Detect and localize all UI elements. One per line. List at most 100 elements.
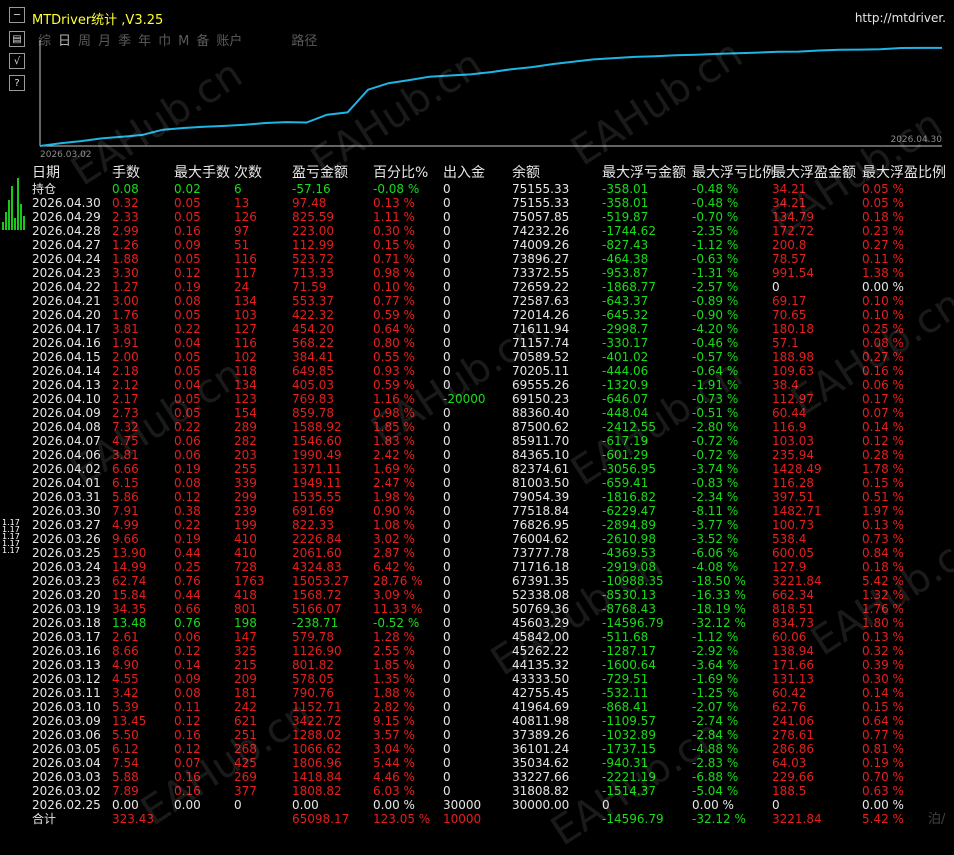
table-cell: 69555.26 <box>512 378 570 392</box>
help-icon[interactable]: ? <box>9 75 25 91</box>
table-row[interactable]: 2026.03.02 7.89 0.16 377 1808.82 6.03 % 0 31808… <box>28 784 954 798</box>
table-cell: 0.13 % <box>373 196 415 210</box>
column-header[interactable]: 次数 <box>234 164 262 182</box>
table-row[interactable]: 2026.03.04 7.54 0.07 425 1806.96 5.44 % 0 35034… <box>28 756 954 770</box>
table-cell: -0.57 % <box>692 350 739 364</box>
column-header[interactable]: 最大浮亏金额 <box>602 164 686 182</box>
table-cell: 0.38 <box>174 504 201 518</box>
table-row[interactable]: 2026.03.09 13.45 0.12 621 3422.72 9.15 % 0 4081… <box>28 714 954 728</box>
table-cell: 0 <box>443 294 451 308</box>
table-cell: 801.82 <box>292 658 334 672</box>
column-header[interactable]: 最大手数 <box>174 164 230 182</box>
minimize-icon[interactable]: ─ <box>9 7 25 23</box>
table-cell: -0.08 % <box>373 182 420 196</box>
table-cell: 0.05 % <box>862 196 904 210</box>
table-row[interactable]: 2026.04.09 2.73 0.05 154 859.78 0.98 % 0 88360.… <box>28 406 954 420</box>
table-row[interactable]: 2026.03.13 4.90 0.14 215 801.82 1.85 % 0 44135.… <box>28 658 954 672</box>
table-row[interactable]: 2026.04.14 2.18 0.05 118 649.85 0.93 % 0 70205.… <box>28 364 954 378</box>
table-row[interactable]: 2026.04.29 2.33 0.05 126 825.59 1.11 % 0 75057.… <box>28 210 954 224</box>
table-row[interactable]: 2026.04.15 2.00 0.05 102 384.41 0.55 % 0 70589.… <box>28 350 954 364</box>
table-row[interactable]: 2026.04.06 3.81 0.06 203 1990.49 2.42 % 0 84365… <box>28 448 954 462</box>
table-row[interactable]: 2026.04.07 4.75 0.06 282 1546.60 1.83 % 0 85911… <box>28 434 954 448</box>
table-cell: 79054.39 <box>512 490 570 504</box>
check-icon[interactable]: √ <box>9 53 25 69</box>
table-row[interactable]: 2026.04.21 3.00 0.08 134 553.37 0.77 % 0 72587.… <box>28 294 954 308</box>
table-cell: -532.11 <box>602 686 649 700</box>
table-row[interactable]: 2026.04.10 2.17 0.05 123 769.83 1.16 % -20000 6… <box>28 392 954 406</box>
chart-x-start-label: 2026.03.02 <box>40 150 92 160</box>
table-cell: 2026.03.04 <box>32 756 101 770</box>
table-row[interactable]: 2026.03.18 13.48 0.76 198 -238.71 -0.52 % 0 456… <box>28 616 954 630</box>
table-row[interactable]: 2026.04.24 1.88 0.05 116 523.72 0.71 % 0 73896.… <box>28 252 954 266</box>
table-row[interactable]: 2026.04.08 7.32 0.22 289 1588.92 1.85 % 0 87500… <box>28 420 954 434</box>
table-cell: 2026.03.24 <box>32 560 101 574</box>
table-row[interactable]: 2026.04.22 1.27 0.19 24 71.59 0.10 % 0 72659.22… <box>28 280 954 294</box>
table-row[interactable]: 2026.03.31 5.86 0.12 299 1535.55 1.98 % 0 79054… <box>28 490 954 504</box>
table-cell: 73777.78 <box>512 546 570 560</box>
column-header[interactable]: 出入金 <box>443 164 485 182</box>
column-header[interactable]: 最大浮盈比例 <box>862 164 946 182</box>
table-cell: 5.42 % <box>862 574 904 588</box>
column-header[interactable]: 日期 <box>32 164 60 182</box>
table-row[interactable]: 2026.03.27 4.99 0.22 199 822.33 1.08 % 0 76826.… <box>28 518 954 532</box>
column-header[interactable]: 最大浮亏比例 <box>692 164 776 182</box>
table-row[interactable]: 2026.03.17 2.61 0.06 147 579.78 1.28 % 0 45842.… <box>28 630 954 644</box>
table-cell: 0 <box>443 784 451 798</box>
column-header[interactable]: 盈亏金额 <box>292 164 348 182</box>
column-header[interactable]: 手数 <box>112 164 140 182</box>
column-header[interactable]: 余额 <box>512 164 540 182</box>
table-row[interactable]: 2026.04.23 3.30 0.12 117 713.33 0.98 % 0 73372.… <box>28 266 954 280</box>
table-row[interactable]: 2026.03.24 14.99 0.25 728 4324.83 6.42 % 0 7171… <box>28 560 954 574</box>
table-cell: 42755.45 <box>512 686 570 700</box>
table-cell: 3.81 <box>112 448 139 462</box>
table-row[interactable]: 2026.04.27 1.26 0.09 51 112.99 0.15 % 0 74009.2… <box>28 238 954 252</box>
table-cell: 4.75 <box>112 434 139 448</box>
app-url-link[interactable]: http://mtdriver. <box>855 11 946 25</box>
table-row[interactable]: 2026.04.28 2.99 0.16 97 223.00 0.30 % 0 74232.2… <box>28 224 954 238</box>
total-cell: -32.12 % <box>692 812 746 826</box>
column-header[interactable]: 最大浮盈金额 <box>772 164 856 182</box>
table-cell: 30000 <box>443 798 482 812</box>
table-row[interactable]: 2026.03.05 6.12 0.12 268 1066.62 3.04 % 0 36101… <box>28 742 954 756</box>
table-row[interactable]: 2026.03.23 62.74 0.76 1763 15053.27 28.76 % 0 6… <box>28 574 954 588</box>
table-cell: 2026.04.08 <box>32 420 101 434</box>
table-cell: -0.48 % <box>692 196 739 210</box>
table-cell: 286.86 <box>772 742 814 756</box>
table-cell: 0 <box>443 630 451 644</box>
table-row[interactable]: 2026.03.26 9.66 0.19 410 2226.84 3.02 % 0 76004… <box>28 532 954 546</box>
table-row[interactable]: 2026.03.11 3.42 0.08 181 790.76 1.88 % 0 42755.… <box>28 686 954 700</box>
table-row[interactable]: 2026.03.20 15.84 0.44 418 1568.72 3.09 % 0 5233… <box>28 588 954 602</box>
table-row[interactable]: 持仓 0.08 0.02 6 -57.16 -0.08 % 0 75155.33 -358.01… <box>28 182 954 196</box>
table-cell: 0.32 <box>112 196 139 210</box>
table-cell: 64.03 <box>772 756 807 770</box>
table-row[interactable]: 2026.04.17 3.81 0.22 127 454.20 0.64 % 0 71611.… <box>28 322 954 336</box>
table-row[interactable]: 2026.03.03 5.88 0.16 269 1418.84 4.46 % 0 33227… <box>28 770 954 784</box>
table-cell: -0.63 % <box>692 252 739 266</box>
table-row[interactable]: 2026.02.25 0.00 0.00 0 0.00 0.00 % 30000 30000.… <box>28 798 954 812</box>
table-cell: 3.42 <box>112 686 139 700</box>
table-cell: 0.12 <box>174 644 201 658</box>
table-row[interactable]: 2026.04.16 1.91 0.04 116 568.22 0.80 % 0 71157.… <box>28 336 954 350</box>
table-row[interactable]: 2026.03.30 7.91 0.38 239 691.69 0.90 % 0 77518.… <box>28 504 954 518</box>
table-row[interactable]: 2026.03.12 4.55 0.09 209 578.05 1.35 % 0 43333.… <box>28 672 954 686</box>
table-row[interactable]: 2026.04.30 0.32 0.05 13 97.48 0.13 % 0 75155.33… <box>28 196 954 210</box>
table-row[interactable]: 2026.03.16 8.66 0.12 325 1126.90 2.55 % 0 45262… <box>28 644 954 658</box>
table-row[interactable]: 2026.04.20 1.76 0.05 103 422.32 0.59 % 0 72014.… <box>28 308 954 322</box>
table-row[interactable]: 2026.03.19 34.35 0.66 801 5166.07 11.33 % 0 507… <box>28 602 954 616</box>
table-cell: 0.16 <box>174 224 201 238</box>
table-cell: 454.20 <box>292 322 334 336</box>
table-row[interactable]: 2026.04.02 6.66 0.19 255 1371.11 1.69 % 0 82374… <box>28 462 954 476</box>
table-cell: 147 <box>234 630 257 644</box>
table-row[interactable]: 2026.03.06 5.50 0.16 251 1288.02 3.57 % 0 37389… <box>28 728 954 742</box>
table-cell: 0.05 % <box>862 182 904 196</box>
table-cell: 180.18 <box>772 322 814 336</box>
column-header[interactable]: 百分比% <box>373 164 428 182</box>
table-row[interactable]: 2026.03.10 5.39 0.11 242 1152.71 2.82 % 0 41964… <box>28 700 954 714</box>
table-cell: 0.39 % <box>862 658 904 672</box>
table-row[interactable]: 2026.03.25 13.90 0.44 410 2061.60 2.87 % 0 7377… <box>28 546 954 560</box>
save-icon[interactable]: ▤ <box>9 31 25 47</box>
table-row[interactable]: 2026.04.01 6.15 0.08 339 1949.11 2.47 % 0 81003… <box>28 476 954 490</box>
table-cell: -1287.17 <box>602 644 656 658</box>
table-row[interactable]: 2026.04.13 2.12 0.04 134 405.03 0.59 % 0 69555.… <box>28 378 954 392</box>
table-cell: 88360.40 <box>512 406 570 420</box>
